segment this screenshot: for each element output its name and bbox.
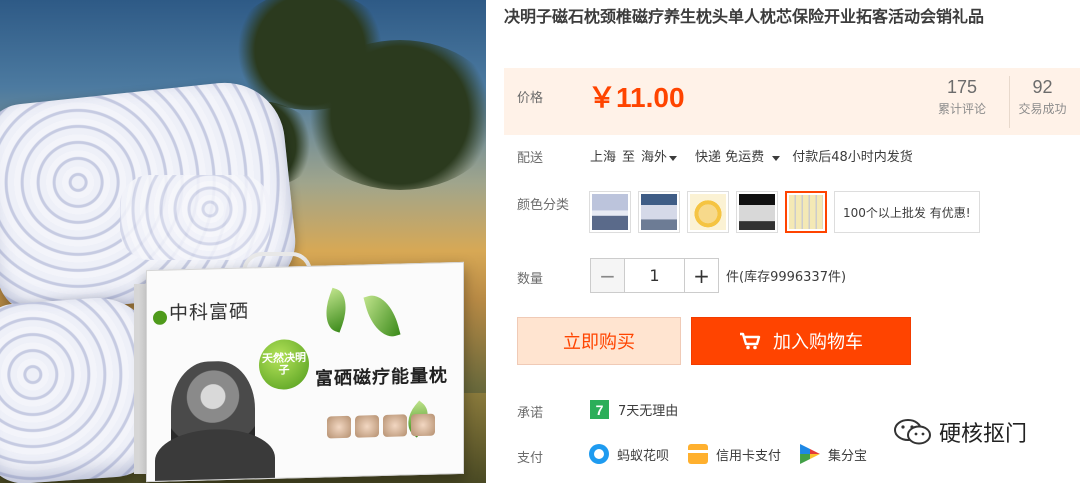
promise-row[interactable]: 7 7天无理由	[590, 400, 678, 419]
payment-credit-card: 信用卡支付	[688, 444, 781, 464]
cart-icon[interactable]	[739, 332, 761, 350]
color-option-5-selected[interactable]	[785, 191, 827, 233]
quantity-stepper: − 1 + 件(库存9996337件)	[590, 258, 846, 293]
buy-now-label[interactable]: 立即购买	[563, 328, 635, 354]
ship-time: 付款后48小时内发货	[792, 150, 913, 165]
color-option-wholesale[interactable]: 100个以上批发 有优惠!	[834, 191, 980, 233]
reviews-label[interactable]: 累计评论	[930, 100, 994, 117]
watermark: 硬核抠门	[893, 416, 1027, 448]
shipping-method-select[interactable]: 快递 免运费	[695, 146, 781, 165]
price-box: 价格 ￥11.00 175 累计评论 92 交易成功	[504, 68, 1080, 135]
color-option-4[interactable]	[736, 191, 778, 233]
swatch-image[interactable]	[789, 195, 823, 229]
add-to-cart-label[interactable]: 加入购物车	[773, 328, 863, 354]
quantity-increase-button[interactable]: +	[684, 258, 719, 293]
leaf-icon	[363, 290, 401, 342]
color-label: 颜色分类	[517, 198, 570, 213]
caret-down-icon[interactable]	[772, 156, 781, 161]
natural-badge: 天然决明子	[259, 338, 309, 391]
promise-text[interactable]: 7天无理由	[618, 400, 678, 419]
swatch-image[interactable]	[690, 194, 726, 230]
tree-decoration	[300, 40, 486, 190]
product-box: 中科富硒 天然决明子 富硒磁疗能量枕	[146, 261, 464, 483]
promise-label: 承诺	[517, 406, 544, 421]
huabei-icon	[589, 444, 609, 464]
caret-down-icon[interactable]	[669, 156, 678, 161]
destination-select[interactable]: 海外	[641, 146, 678, 165]
brand-logo-icon	[153, 310, 167, 325]
watermark-text: 硬核抠门	[939, 422, 1028, 447]
product-info-panel: 决明子磁石枕颈椎磁疗养生枕头单人枕芯保险开业拓客活动会销礼品 价格 ￥11.00…	[503, 0, 1080, 483]
sales-label: 交易成功	[1018, 102, 1067, 116]
box-thumbnails	[327, 413, 435, 439]
quantity-input[interactable]: 1	[625, 258, 684, 293]
color-options: 100个以上批发 有优惠!	[589, 191, 980, 233]
sales-stat: 92 交易成功	[1009, 76, 1075, 128]
payment-jifenbao: 集分宝	[800, 444, 867, 464]
shipping-method-value[interactable]: 快递 免运费	[695, 150, 764, 165]
price-label: 价格	[517, 91, 544, 106]
payment-methods: 蚂蚁花呗 信用卡支付 集分宝	[589, 444, 886, 464]
payment-huabei: 蚂蚁花呗	[589, 444, 669, 464]
color-option-3[interactable]	[687, 191, 729, 233]
price-value: ￥11.00	[588, 82, 685, 113]
buy-now-button[interactable]: 立即购买	[517, 317, 681, 365]
swatch-image[interactable]	[592, 194, 628, 230]
swatch-image[interactable]	[641, 194, 677, 230]
product-title: 决明子磁石枕颈椎磁疗养生枕头单人枕芯保险开业拓客活动会销礼品	[504, 7, 985, 26]
box-brand: 中科富硒	[169, 300, 250, 325]
seven-day-icon: 7	[590, 400, 609, 419]
quantity-label: 数量	[517, 272, 544, 287]
payment-credit-card-label: 信用卡支付	[716, 448, 782, 464]
color-option-1[interactable]	[589, 191, 631, 233]
delivery-row: 上海 至 海外 快递 免运费 付款后48小时内发货	[590, 146, 919, 165]
box-title: 富硒磁疗能量枕	[315, 365, 448, 390]
stock-text: 件(库存9996337件)	[726, 270, 847, 285]
delivery-from: 上海	[590, 150, 617, 165]
color-option-2[interactable]	[638, 191, 680, 233]
delivery-to-word: 至	[622, 150, 636, 165]
payment-label: 支付	[517, 451, 544, 466]
reviews-count[interactable]: 175	[930, 76, 994, 98]
leaf-icon	[318, 287, 354, 333]
product-main-image[interactable]: 中科富硒 天然决明子 富硒磁疗能量枕	[0, 0, 486, 483]
sales-count: 92	[1032, 77, 1053, 97]
reviews-stat[interactable]: 175 累计评论	[930, 76, 994, 117]
credit-card-icon	[688, 444, 709, 464]
quantity-decrease-button[interactable]: −	[590, 258, 625, 293]
pillow-fold	[120, 175, 270, 260]
swatch-image[interactable]	[739, 194, 775, 230]
payment-jifenbao-label: 集分宝	[828, 448, 868, 464]
add-to-cart-button[interactable]: 加入购物车	[691, 317, 911, 365]
wechat-icon	[893, 417, 933, 447]
destination-value[interactable]: 海外	[641, 150, 667, 165]
jifenbao-icon	[800, 444, 821, 464]
payment-huabei-label: 蚂蚁花呗	[617, 448, 670, 464]
delivery-label: 配送	[517, 151, 544, 166]
